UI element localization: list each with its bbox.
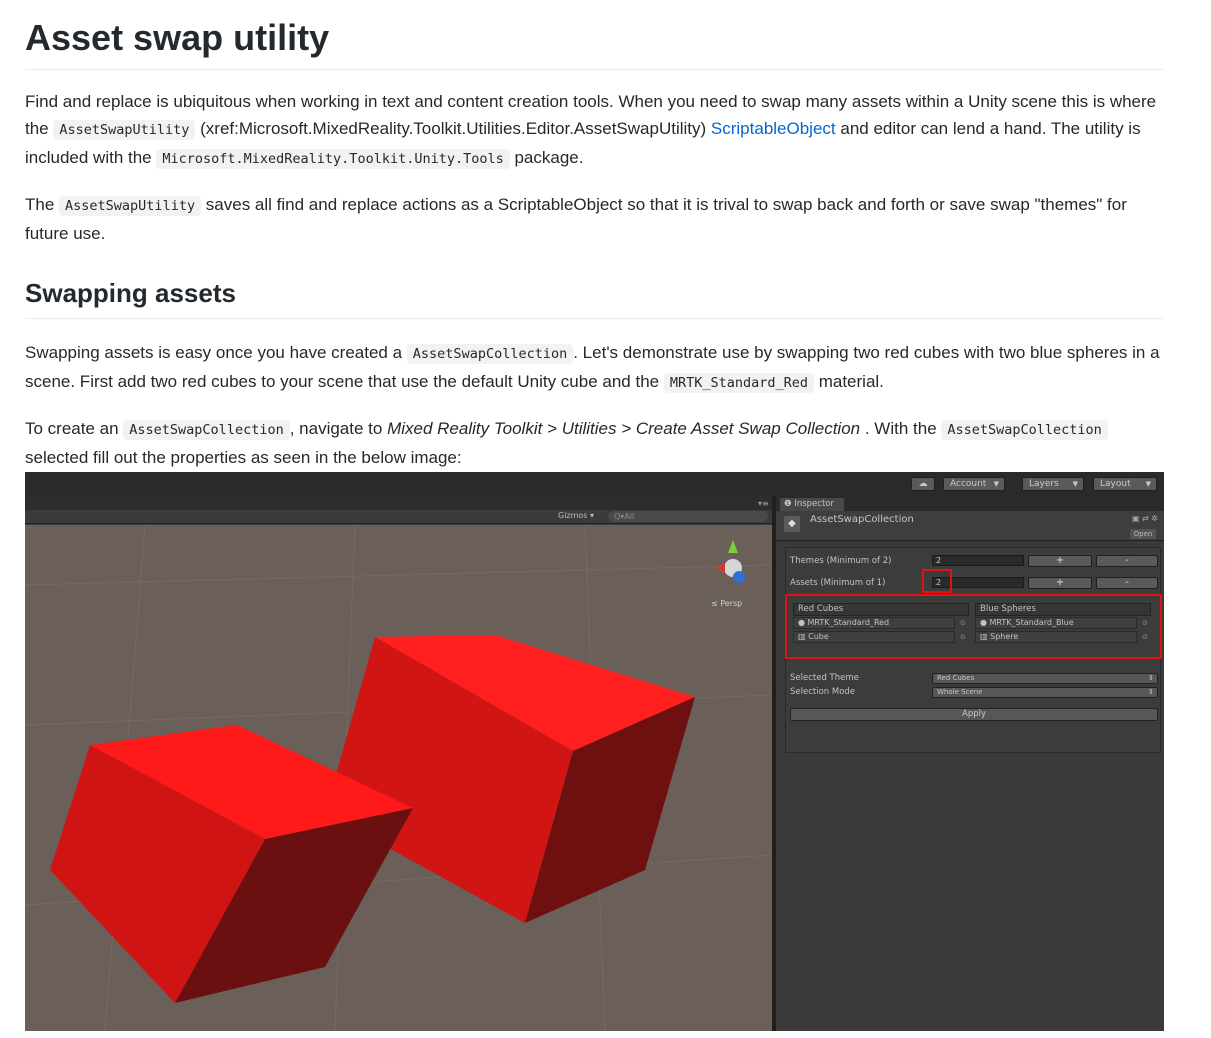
settings-gear-icon[interactable]: ▣ ⇄ ✲: [1132, 514, 1158, 523]
intro-paragraph: Find and replace is ubiquitous when work…: [25, 88, 1164, 173]
scriptableobject-icon: ◆: [784, 516, 800, 532]
selection-mode-value: Whole Scene: [937, 688, 983, 696]
chevron-down-icon: ▼: [993, 480, 999, 488]
material-value: MRTK_Standard_Red: [807, 618, 890, 627]
unity-toolbar: ☁ Account ▼ Layers ▼ Layout ▼: [25, 472, 1164, 496]
paragraph: Swapping assets is easy once you have cr…: [25, 339, 1164, 397]
section-heading: Swapping assets: [25, 277, 1164, 319]
inline-code: AssetSwapCollection: [941, 419, 1108, 440]
remove-asset-button[interactable]: -: [1096, 577, 1158, 589]
panel-menu-icon[interactable]: ▾≡: [758, 499, 769, 508]
material-field[interactable]: ● MRTK_Standard_Blue: [975, 617, 1137, 629]
text: Swapping assets is easy once you have cr…: [25, 342, 407, 362]
text: The: [25, 195, 60, 215]
persp-label: ≤ Persp: [711, 599, 742, 608]
themes-label: Themes (Minimum of 2): [790, 556, 892, 566]
object-picker-icon[interactable]: ⊙: [960, 619, 966, 627]
unity-editor-screenshot: ☁ Account ▼ Layers ▼ Layout ▼ ▾≡ Gizmos ▾ Q…: [25, 472, 1164, 1031]
scriptableobject-link[interactable]: ScriptableObject: [711, 119, 836, 138]
material-value: MRTK_Standard_Blue: [989, 618, 1074, 627]
selected-theme-label: Selected Theme: [790, 673, 859, 683]
layout-dropdown[interactable]: Layout ▼: [1093, 477, 1157, 491]
mesh-field[interactable]: ▥ Sphere: [975, 631, 1137, 643]
inline-code: AssetSwapCollection: [123, 419, 290, 440]
text: selected fill out the properties as seen…: [25, 447, 462, 467]
document: Asset swap utility Find and replace is u…: [25, 0, 1164, 471]
selected-theme-value: Red Cubes: [937, 674, 975, 682]
scene-search-input[interactable]: Q▾All: [608, 511, 768, 522]
asset-name: AssetSwapCollection: [810, 514, 914, 525]
mesh-value: Cube: [808, 632, 829, 641]
cloud-icon[interactable]: ☁: [911, 477, 935, 491]
layers-label: Layers: [1029, 479, 1059, 489]
material-field[interactable]: ● MRTK_Standard_Red: [793, 617, 955, 629]
menu-path: Mixed Reality Toolkit > Utilities > Crea…: [387, 418, 861, 438]
theme-name-field[interactable]: Blue Spheres: [975, 603, 1151, 616]
text: package.: [509, 148, 584, 168]
selection-mode-label: Selection Mode: [790, 687, 856, 697]
text: , navigate to: [289, 418, 388, 438]
assets-label: Assets (Minimum of 1): [790, 578, 886, 588]
asset-swap-collection-editor: Themes (Minimum of 2) 2 + - Assets (Mini…: [785, 547, 1162, 753]
text: material.: [814, 371, 884, 391]
chevron-down-icon: ▼: [1072, 480, 1078, 488]
inline-code: AssetSwapUtility: [59, 196, 202, 217]
text: (xref:Microsoft.MixedReality.Toolkit.Uti…: [195, 119, 711, 139]
text: . With the: [860, 418, 942, 438]
layers-dropdown[interactable]: Layers ▼: [1022, 477, 1084, 491]
inline-code: AssetSwapCollection: [406, 343, 574, 364]
selection-mode-dropdown[interactable]: Whole Scene ⇕: [932, 687, 1158, 698]
page-title: Asset swap utility: [25, 0, 1164, 71]
object-picker-icon[interactable]: ⊙: [960, 633, 966, 641]
remove-theme-button[interactable]: -: [1096, 555, 1158, 567]
chevron-updown-icon: ⇕: [1148, 688, 1154, 696]
text: To create an: [25, 418, 124, 438]
chevron-updown-icon: ⇕: [1148, 674, 1154, 682]
theme-name-field[interactable]: Red Cubes: [793, 603, 969, 616]
layout-label: Layout: [1100, 479, 1131, 489]
paragraph: The AssetSwapUtility saves all find and …: [25, 191, 1164, 247]
themes-count-field[interactable]: 2: [932, 555, 1024, 566]
paragraph: To create an AssetSwapCollection, naviga…: [25, 415, 1164, 471]
apply-button[interactable]: Apply: [790, 708, 1158, 721]
highlight-assets-count: [922, 569, 952, 593]
inline-code: Microsoft.MixedReality.Toolkit.Unity.Too…: [156, 149, 510, 170]
chevron-down-icon: ▼: [1145, 480, 1151, 488]
inline-code: AssetSwapUtility: [53, 120, 196, 141]
inspector-panel: ❶ Inspector ◆ AssetSwapCollection ▣ ⇄ ✲ …: [776, 496, 1164, 1031]
gizmos-dropdown[interactable]: Gizmos ▾: [558, 511, 594, 520]
add-theme-button[interactable]: +: [1028, 555, 1092, 567]
account-label: Account: [950, 479, 987, 489]
scene-tab-bar: [25, 496, 772, 510]
inspector-header: ◆ AssetSwapCollection ▣ ⇄ ✲ Open: [776, 511, 1164, 541]
mesh-field[interactable]: ▥ Cube: [793, 631, 955, 643]
mesh-value: Sphere: [990, 632, 1019, 641]
object-picker-icon[interactable]: ⊙: [1142, 619, 1148, 627]
tab-inspector[interactable]: ❶ Inspector: [780, 498, 844, 511]
account-dropdown[interactable]: Account ▼: [943, 477, 1005, 491]
inline-code: MRTK_Standard_Red: [663, 372, 814, 393]
selected-theme-dropdown[interactable]: Red Cubes ⇕: [932, 673, 1158, 684]
object-picker-icon[interactable]: ⊙: [1142, 633, 1148, 641]
add-asset-button[interactable]: +: [1028, 577, 1092, 589]
scene-viewport[interactable]: ≤ Persp: [25, 525, 772, 1031]
open-button[interactable]: Open: [1130, 529, 1156, 539]
